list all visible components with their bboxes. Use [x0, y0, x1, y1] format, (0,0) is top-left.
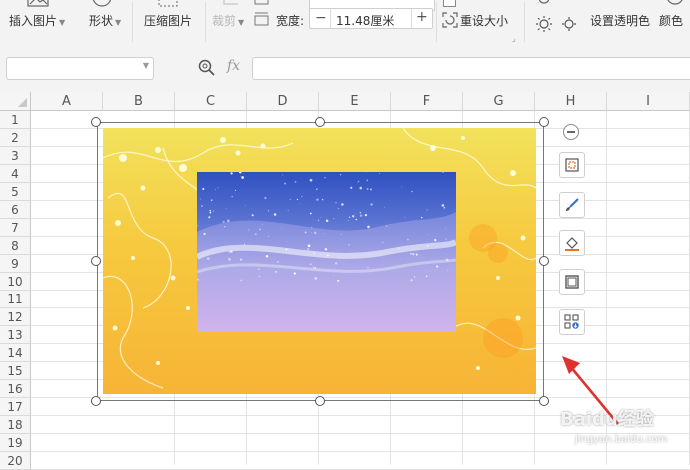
crop-float-button[interactable] — [559, 152, 585, 178]
expand-dialog-icon[interactable]: ⌟ — [512, 34, 516, 43]
height-icon — [254, 0, 269, 5]
layout-float-button[interactable] — [559, 309, 585, 335]
crop-button[interactable]: 裁剪 ▼ — [212, 12, 244, 29]
compress-icon — [158, 0, 178, 7]
fill-icon — [565, 237, 579, 251]
row-header-13[interactable]: 13 — [0, 326, 31, 344]
fill-float-button[interactable] — [559, 230, 585, 256]
row-header-7[interactable]: 7 — [0, 219, 31, 237]
resize-handle-bottom-right[interactable] — [539, 396, 549, 406]
crop-float-icon — [565, 158, 579, 172]
border-icon — [565, 275, 579, 289]
row-header-8[interactable]: 8 — [0, 237, 31, 255]
inner-photo-starry-sky — [197, 172, 456, 332]
compress-picture-button[interactable]: 压缩图片 — [144, 12, 192, 29]
color-icon — [667, 0, 683, 5]
row-header-12[interactable]: 12 — [0, 308, 31, 326]
column-header-e[interactable]: E — [319, 92, 391, 111]
zoom-icon[interactable] — [198, 59, 216, 77]
column-header-c[interactable]: C — [175, 92, 247, 111]
row-header-5[interactable]: 5 — [0, 183, 31, 201]
divider — [330, 9, 331, 28]
column-header-h[interactable]: H — [535, 92, 607, 111]
brightness-icon[interactable] — [535, 15, 553, 33]
row-header-15[interactable]: 15 — [0, 362, 31, 380]
row-header-20[interactable]: 20 — [0, 452, 31, 470]
crop-label: 裁剪 — [212, 14, 237, 28]
chevron-down-icon: ▼ — [59, 18, 66, 27]
watermark-logo: Baidu经验 — [560, 409, 654, 430]
formula-input[interactable] — [252, 57, 690, 80]
reset-size-icon — [442, 12, 458, 28]
crop-icon — [223, 0, 238, 5]
lock-ratio-checkbox[interactable] — [443, 0, 456, 7]
watermark-url: jingyan.baidu.com — [575, 434, 668, 445]
starfield — [197, 172, 456, 332]
ribbon-toolbar: 插入图片 ▼ 形状 ▼ 压缩图片 裁剪 ▼ 宽度: − 11.48厘米 + 重设大小 — [0, 0, 690, 45]
name-box[interactable]: ▼ — [6, 57, 154, 80]
row-header-1[interactable]: 1 — [0, 111, 31, 129]
row-header-2[interactable]: 2 — [0, 129, 31, 147]
set-transparent-button[interactable]: 设置透明色 — [590, 12, 650, 29]
row-gridline — [31, 451, 690, 452]
resize-handle-top[interactable] — [315, 117, 325, 127]
color-button[interactable]: 颜色 — [659, 12, 683, 29]
row-header-11[interactable]: 11 — [0, 291, 31, 308]
brightness-up-icon[interactable] — [536, 0, 552, 6]
width-value[interactable]: 11.48厘米 — [336, 12, 394, 29]
shape-label: 形状 — [89, 14, 114, 28]
width-increase-button[interactable]: + — [416, 9, 428, 25]
width-icon — [254, 12, 269, 26]
row-header-17[interactable]: 17 — [0, 398, 31, 416]
layout-icon — [564, 314, 579, 329]
select-all-corner[interactable] — [0, 92, 31, 111]
divider — [132, 2, 133, 42]
insert-picture-button[interactable]: 插入图片 ▼ — [9, 12, 65, 29]
insert-picture-label: 插入图片 — [9, 14, 58, 28]
fx-icon[interactable]: fx — [227, 58, 240, 74]
chevron-down-icon: ▼ — [115, 18, 122, 27]
width-decrease-button[interactable]: − — [315, 10, 327, 26]
column-header-d[interactable]: D — [247, 92, 319, 111]
row-header-3[interactable]: 3 — [0, 147, 31, 165]
column-header-b[interactable]: B — [103, 92, 175, 111]
shape-icon — [92, 0, 112, 7]
insert-picture-icon — [27, 0, 49, 7]
divider — [205, 2, 206, 42]
width-label: 宽度: — [276, 14, 305, 28]
chevron-down-icon: ▼ — [238, 18, 245, 27]
resize-handle-right[interactable] — [539, 256, 549, 266]
row-header-9[interactable]: 9 — [0, 255, 31, 273]
column-header-g[interactable]: G — [463, 92, 535, 111]
row-header-14[interactable]: 14 — [0, 344, 31, 362]
resize-handle-bottom[interactable] — [315, 396, 325, 406]
row-header-10[interactable]: 10 — [0, 273, 31, 291]
width-input[interactable]: − 11.48厘米 + — [309, 8, 433, 29]
row-header-16[interactable]: 16 — [0, 380, 31, 398]
chevron-down-icon[interactable]: ▼ — [143, 61, 149, 70]
resize-handle-left[interactable] — [91, 256, 101, 266]
corner-triangle-icon — [18, 98, 27, 107]
divider — [524, 2, 525, 42]
row-header-6[interactable]: 6 — [0, 201, 31, 219]
shape-button[interactable]: 形状 ▼ — [89, 12, 121, 29]
resize-handle-bottom-left[interactable] — [91, 396, 101, 406]
column-header-f[interactable]: F — [391, 92, 463, 111]
resize-handle-top-left[interactable] — [91, 117, 101, 127]
collapse-icon[interactable] — [563, 124, 579, 140]
reset-size-button[interactable]: 重设大小 — [460, 12, 508, 29]
formula-bar: ▼ fx — [0, 44, 690, 93]
divider — [436, 2, 437, 42]
divider — [411, 9, 412, 28]
row-header-4[interactable]: 4 — [0, 165, 31, 183]
resize-handle-top-right[interactable] — [539, 117, 549, 127]
contrast-icon[interactable] — [560, 15, 578, 33]
column-header-i[interactable]: I — [607, 92, 690, 111]
row-header-19[interactable]: 19 — [0, 434, 31, 452]
brush-float-button[interactable] — [559, 192, 585, 218]
row-header-18[interactable]: 18 — [0, 416, 31, 434]
column-header-a[interactable]: A — [31, 92, 103, 111]
border-float-button[interactable] — [559, 269, 585, 295]
brush-icon — [566, 198, 579, 211]
